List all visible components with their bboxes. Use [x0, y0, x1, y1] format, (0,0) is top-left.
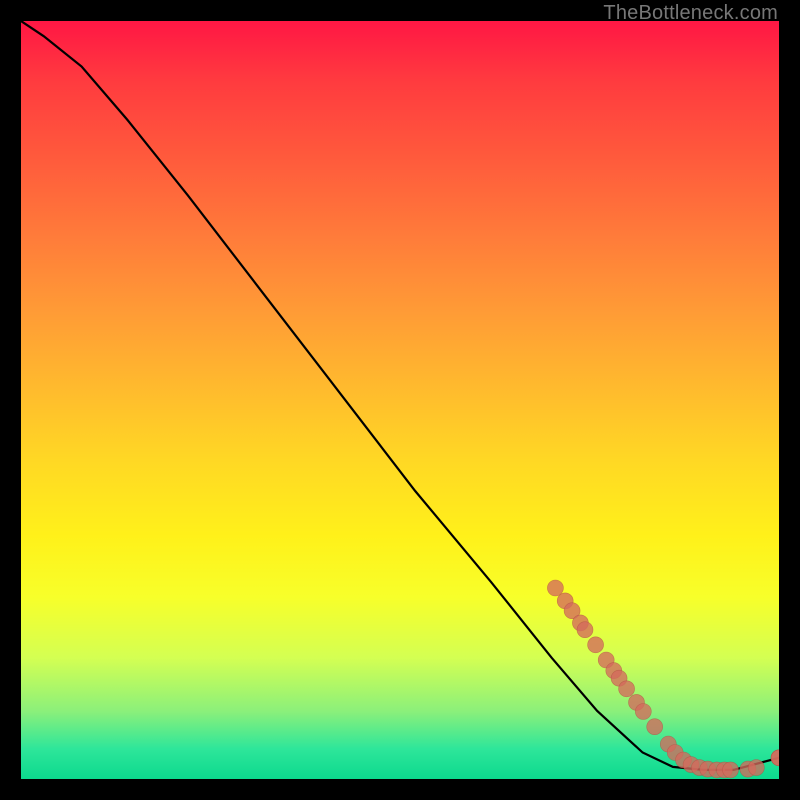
chart-svg	[21, 21, 779, 779]
data-marker	[588, 637, 604, 653]
data-marker	[635, 704, 651, 720]
plot-area	[21, 21, 779, 779]
data-marker-end	[771, 750, 779, 766]
data-marker	[547, 580, 563, 596]
data-marker	[577, 622, 593, 638]
bottleneck-curve	[21, 21, 779, 770]
data-marker	[723, 762, 739, 778]
data-marker	[619, 681, 635, 697]
chart-stage: TheBottleneck.com	[0, 0, 800, 800]
watermark-text: TheBottleneck.com	[603, 2, 778, 25]
data-marker	[748, 760, 764, 776]
curve-markers	[547, 580, 779, 778]
data-marker	[647, 719, 663, 735]
